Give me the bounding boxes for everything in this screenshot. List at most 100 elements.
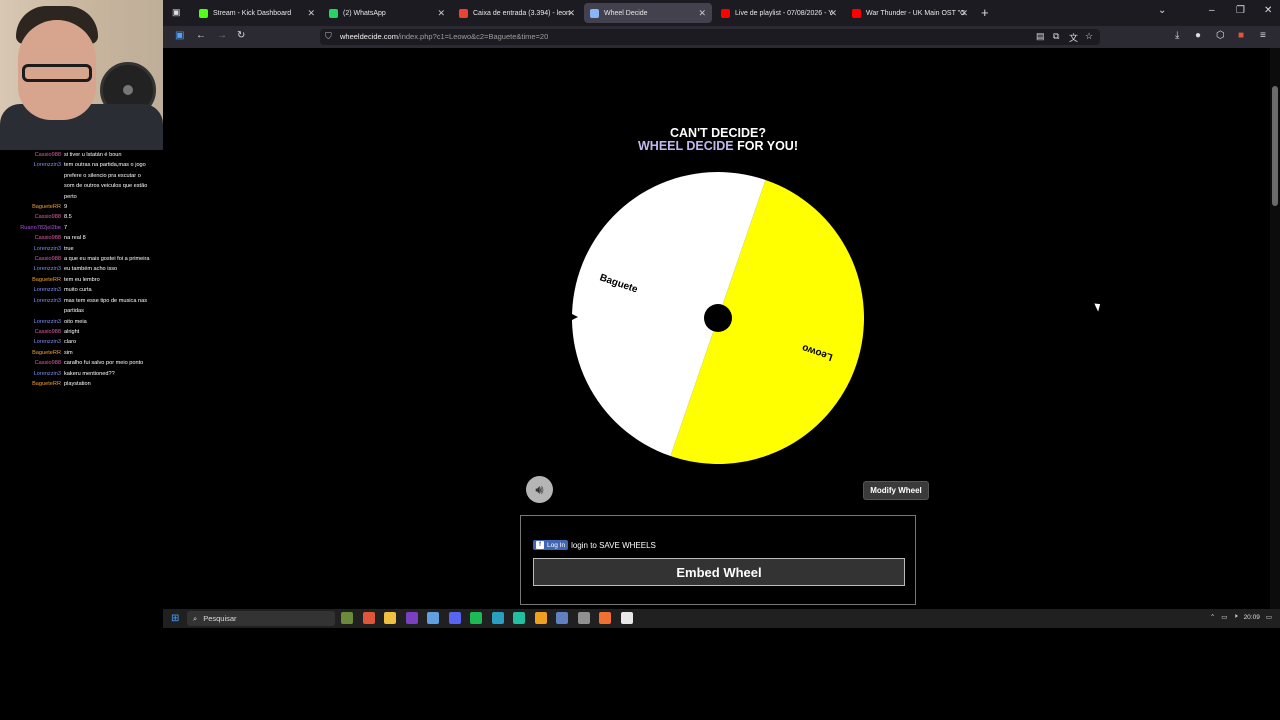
- minimize-button[interactable]: –: [1209, 5, 1215, 16]
- taskbar-app-icon[interactable]: [470, 612, 482, 624]
- search-icon: ⌕: [193, 613, 198, 623]
- tab-favicon-icon: [329, 8, 338, 18]
- shield-icon[interactable]: ⛉: [325, 31, 332, 42]
- browser-tab[interactable]: Caixa de entrada (3.394) - leon ✕: [453, 3, 581, 23]
- taskbar-app-icon[interactable]: [577, 612, 590, 624]
- save-wheels-text: login to SAVE WHEELS: [571, 540, 656, 550]
- browser-tab[interactable]: Wheel Decide ✕: [584, 3, 712, 23]
- facebook-icon: f: [536, 541, 544, 549]
- tab-overview-icon[interactable]: ▣: [172, 7, 181, 18]
- taskbar-app-icon[interactable]: [513, 612, 525, 624]
- facebook-login-button[interactable]: f Log In: [533, 540, 569, 550]
- tab-close-icon[interactable]: ✕: [567, 8, 575, 19]
- forward-icon[interactable]: →: [217, 30, 227, 41]
- sound-toggle-button[interactable]: 🔊︎: [526, 476, 553, 503]
- translate-icon[interactable]: 文: [1069, 31, 1078, 44]
- account-icon[interactable]: ●: [1195, 30, 1201, 41]
- taskbar-app-icon[interactable]: [362, 612, 375, 624]
- taskbar-app-icon[interactable]: [556, 612, 568, 624]
- page-scrollbar[interactable]: [1270, 48, 1280, 610]
- tab-label: War Thunder - UK Main OST "C: [866, 9, 966, 17]
- headline-question: CAN'T DECIDE?: [669, 126, 767, 140]
- taskbar-app-icon[interactable]: [427, 612, 439, 624]
- chat-text: prefere o silencio pra escutar o: [64, 172, 141, 179]
- reload-icon[interactable]: ↻: [237, 30, 245, 41]
- chat-text: eu também acho isso: [64, 266, 118, 273]
- speaker-icon: 🔊︎: [535, 481, 544, 497]
- browser-tab[interactable]: War Thunder - UK Main OST "C ✕: [846, 3, 974, 23]
- chat-text: tem eu lembro: [64, 276, 100, 283]
- embed-wheel-button[interactable]: Embed Wheel: [533, 558, 905, 586]
- new-tab-button[interactable]: +: [981, 5, 989, 20]
- chat-username: [0, 306, 64, 316]
- taskbar-app-icon[interactable]: [448, 612, 461, 624]
- bookmark-star-icon[interactable]: ☆: [1085, 31, 1093, 42]
- network-icon[interactable]: ▭: [1221, 613, 1227, 621]
- volume-icon[interactable]: 🕨︎: [1233, 613, 1237, 621]
- taskbar-app-icon[interactable]: [384, 612, 396, 624]
- chat-text: mas tem esse tipo de musica nas: [64, 297, 148, 304]
- brand-name: WHEEL DECIDE: [638, 139, 734, 153]
- tab-close-icon[interactable]: ✕: [829, 8, 837, 19]
- tab-close-icon[interactable]: ✕: [960, 8, 968, 19]
- taskbar-app-icon[interactable]: [491, 612, 504, 624]
- picture-in-picture-icon[interactable]: ⧉: [1053, 31, 1059, 42]
- browser-tab[interactable]: Live de playlist - 07/08/2026 - Y ✕: [715, 3, 843, 23]
- chat-username: BagueteRR: [32, 204, 61, 211]
- browser-tab[interactable]: (2) WhatsApp ✕: [323, 3, 451, 23]
- webcam-overlay: [0, 0, 163, 150]
- taskbar-search-box[interactable]: ⌕ Pesquisar: [187, 611, 335, 626]
- url-text: wheeldecide.com/index.php?c1=Leowo&c2=Ba…: [340, 32, 548, 41]
- maximize-button[interactable]: ❐: [1236, 5, 1245, 16]
- chat-username: [0, 192, 64, 202]
- chat-message: Cassio988 si tiver u lstatán é boun: [0, 150, 163, 160]
- wheel-hub[interactable]: [704, 304, 732, 332]
- chat-message: Cassio988 alright: [0, 327, 163, 337]
- decision-wheel[interactable]: LeowoBaguete: [568, 168, 868, 468]
- address-bar[interactable]: ⛉ wheeldecide.com/index.php?c1=Leowo&c2=…: [320, 29, 1100, 45]
- chat-message: BagueteRR tem eu lembro: [0, 275, 163, 285]
- taskbar-app-icon[interactable]: [405, 612, 418, 624]
- reader-view-icon[interactable]: ▤: [1036, 31, 1045, 42]
- chat-text: true: [64, 245, 74, 252]
- extension-badge-icon[interactable]: ■: [1238, 30, 1244, 41]
- tray-chevron-icon[interactable]: ⌃: [1210, 613, 1215, 621]
- tab-close-icon[interactable]: ✕: [307, 8, 315, 19]
- browser-tab[interactable]: Stream - Kick Dashboard ✕: [193, 3, 321, 23]
- chat-username: [0, 171, 64, 181]
- windows-taskbar: ⊞ ⌕ Pesquisar ⌃ ▭ 🕨︎ 20:09 ▭: [163, 609, 1280, 628]
- taskbar-app-icon[interactable]: [534, 612, 547, 624]
- clock[interactable]: 20:09: [1244, 614, 1260, 621]
- tab-favicon-icon: [590, 8, 599, 18]
- taskbar-app-icon[interactable]: [599, 612, 611, 624]
- scrollbar-thumb[interactable]: [1272, 86, 1278, 206]
- taskbar-app-icon[interactable]: [620, 612, 633, 624]
- notifications-icon[interactable]: ▭: [1266, 613, 1272, 621]
- tab-close-icon[interactable]: ✕: [698, 8, 706, 19]
- account-panel: f Log In login to SAVE WHEELS Embed Wheel: [520, 515, 916, 605]
- chat-username: Ruann782jel2be: [20, 224, 61, 231]
- windows-start-icon[interactable]: ⊞: [171, 613, 179, 624]
- tab-list-chevron-icon[interactable]: ⌄: [1158, 5, 1166, 16]
- tab-favicon-icon: [459, 8, 468, 18]
- chat-text: muito curta: [64, 287, 92, 294]
- downloads-icon[interactable]: ⤓: [1175, 30, 1179, 41]
- sidebar-icon[interactable]: ▣: [175, 30, 184, 41]
- facebook-login-label: Log In: [547, 541, 566, 549]
- back-icon[interactable]: ←: [196, 30, 206, 41]
- taskbar-app-icon[interactable]: [341, 612, 353, 624]
- close-window-button[interactable]: ✕: [1264, 5, 1272, 16]
- search-placeholder: Pesquisar: [203, 614, 237, 623]
- tab-close-icon[interactable]: ✕: [437, 8, 445, 19]
- modify-wheel-button[interactable]: Modify Wheel: [863, 481, 929, 500]
- chat-username: Lorenzzin3: [33, 370, 61, 377]
- chat-username: Lorenzzin3: [33, 162, 61, 169]
- menu-icon[interactable]: ≡: [1260, 30, 1266, 41]
- extensions-icon[interactable]: ⬡: [1216, 30, 1225, 41]
- chat-message: BagueteRR 9: [0, 202, 163, 212]
- chat-message: prefere o silencio pra escutar o: [0, 171, 163, 181]
- chat-username: Lorenzzin3: [33, 245, 61, 252]
- chat-text: partidas: [64, 308, 84, 315]
- chat-text: 7: [64, 224, 68, 231]
- chat-message: Ruann782jel2be 7: [0, 223, 163, 233]
